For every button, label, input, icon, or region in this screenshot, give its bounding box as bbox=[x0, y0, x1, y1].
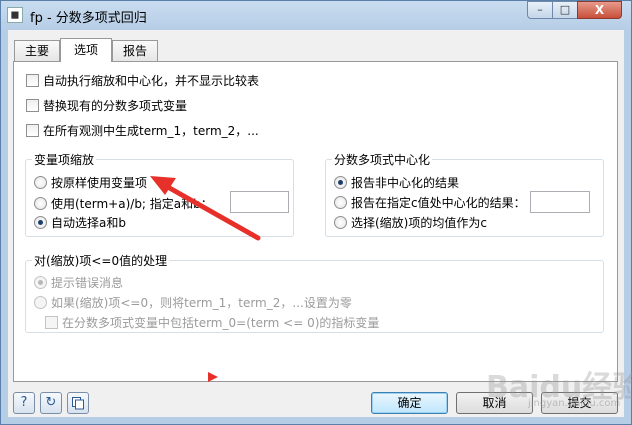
scaling-radio-as-is[interactable] bbox=[34, 176, 47, 189]
app-icon: ◼ bbox=[7, 7, 23, 23]
tab-report[interactable]: 报告 bbox=[112, 40, 158, 61]
scaling-radio-custom[interactable] bbox=[34, 197, 47, 210]
watermark-url: jingyan.baidu.com bbox=[528, 398, 621, 409]
centering-radio-none[interactable] bbox=[334, 176, 347, 189]
scaling-radio-auto[interactable] bbox=[34, 216, 47, 229]
centering-radio-none-label: 报告非中心化的结果 bbox=[351, 176, 460, 190]
centering-radio-mean-label: 选择(缩放)项的均值作为c bbox=[351, 216, 487, 230]
scaling-group-title: 变量项缩放 bbox=[32, 151, 97, 168]
nonpositive-group-title: 对(缩放)项<=0值的处理 bbox=[32, 252, 170, 269]
scaling-ab-input[interactable] bbox=[230, 191, 289, 213]
window-title: fp - 分数多项式回归 bbox=[30, 11, 147, 26]
scaling-radio-custom-label: 使用(term+a)/b; 指定a和b： bbox=[51, 197, 213, 211]
include-term0-checkbox[interactable] bbox=[45, 316, 58, 329]
centering-radio-at-c[interactable] bbox=[334, 196, 347, 209]
tab-main[interactable]: 主要 bbox=[14, 40, 60, 61]
generate-all-obs-checkbox[interactable] bbox=[26, 124, 39, 137]
centering-group-title: 分数多项式中心化 bbox=[332, 151, 433, 168]
centering-radio-mean[interactable] bbox=[334, 216, 347, 229]
nonpositive-radio-error-label: 提示错误消息 bbox=[51, 276, 124, 290]
title-bar[interactable]: ◼ fp - 分数多项式回归 – □ X bbox=[0, 0, 632, 30]
nonpositive-radio-zero[interactable] bbox=[34, 296, 47, 309]
centering-radio-at-c-label: 报告在指定c值处中心化的结果： bbox=[351, 196, 526, 210]
reset-icon[interactable]: ↻ bbox=[40, 392, 62, 414]
nonpositive-radio-error[interactable] bbox=[34, 276, 47, 289]
nonpositive-radio-zero-label: 如果(缩放)项<=0，则将term_1，term_2，...设置为零 bbox=[51, 296, 352, 310]
replace-variables-checkbox[interactable] bbox=[26, 99, 39, 112]
include-term0-label: 在分数多项式变量中包括term_0=(term <= 0)的指标变量 bbox=[62, 316, 380, 330]
copy-icon[interactable] bbox=[67, 392, 89, 414]
close-button[interactable]: X bbox=[577, 1, 622, 19]
generate-all-obs-label: 在所有观测中生成term_1，term_2，... bbox=[43, 124, 259, 138]
auto-scale-center-label: 自动执行缩放和中心化，并不显示比较表 bbox=[43, 74, 260, 88]
tab-options[interactable]: 选项 bbox=[60, 38, 112, 62]
scaling-radio-auto-label: 自动选择a和b bbox=[51, 216, 126, 230]
help-icon[interactable]: ? bbox=[13, 392, 35, 414]
ok-button[interactable]: 确定 bbox=[371, 392, 448, 414]
centering-c-input[interactable] bbox=[530, 191, 590, 213]
replace-variables-label: 替换现有的分数多项式变量 bbox=[43, 99, 188, 113]
auto-scale-center-checkbox[interactable] bbox=[26, 74, 39, 87]
maximize-button[interactable]: □ bbox=[552, 1, 578, 19]
minimize-button[interactable]: – bbox=[527, 1, 553, 19]
scaling-radio-as-is-label: 按原样使用变量项 bbox=[51, 176, 148, 190]
